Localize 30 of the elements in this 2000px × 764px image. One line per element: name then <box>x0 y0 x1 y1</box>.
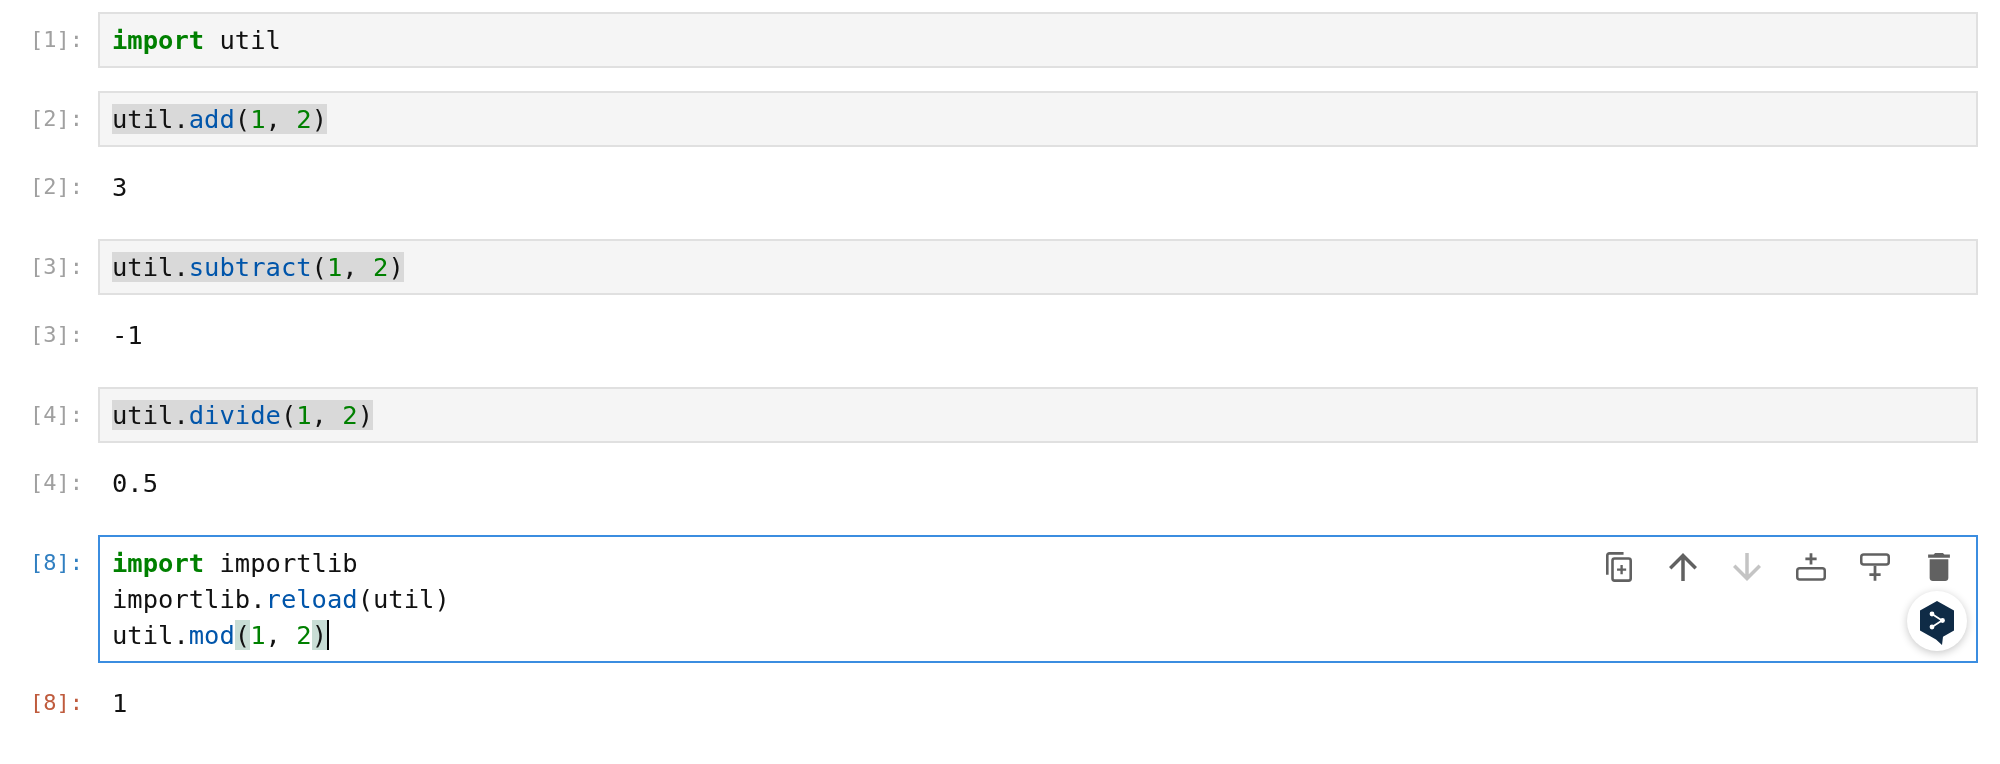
bar-plus-below-icon <box>1860 553 1890 581</box>
input-prompt: [2]: <box>29 105 84 133</box>
input-prompt: [1]: <box>29 26 84 54</box>
copy-plus-icon <box>1606 552 1632 582</box>
output-prompt: [3]: <box>29 321 84 349</box>
hexagon-share-icon <box>1919 601 1955 645</box>
code-editor-field[interactable]: util.subtract(1, 2) <box>98 239 1978 295</box>
trash-icon <box>1928 553 1950 581</box>
input-prompt: [3]: <box>29 253 84 281</box>
code-line: importlib.reload(util) <box>112 584 450 614</box>
output-prompt: [4]: <box>29 469 84 497</box>
code-line: import util <box>112 25 281 55</box>
code-editor-field[interactable]: import importlib importlib.reload(util) util.mod(1, 2) <box>98 535 1978 663</box>
code-editor-field[interactable]: util.divide(1, 2) <box>98 387 1978 443</box>
output-prompt: [2]: <box>29 173 84 201</box>
code-editor-field[interactable]: util.add(1, 2) <box>98 91 1978 147</box>
code-editor-field[interactable]: import util <box>98 12 1978 68</box>
plus-above-bar-icon <box>1796 553 1826 581</box>
code-line: import importlib <box>112 548 358 578</box>
floating-action-button[interactable] <box>1907 591 1967 651</box>
input-prompt: [8]: <box>29 549 84 577</box>
output-text: -1 <box>111 319 143 352</box>
output-text: 0.5 <box>111 467 159 500</box>
arrow-up-icon <box>1669 553 1697 581</box>
output-text: 3 <box>111 171 128 204</box>
output-prompt: [8]: <box>29 689 84 717</box>
code-line: util.mod(1, 2) <box>112 620 327 650</box>
arrow-down-icon <box>1733 553 1761 581</box>
input-prompt: [4]: <box>29 401 84 429</box>
output-text: 1 <box>111 687 128 720</box>
